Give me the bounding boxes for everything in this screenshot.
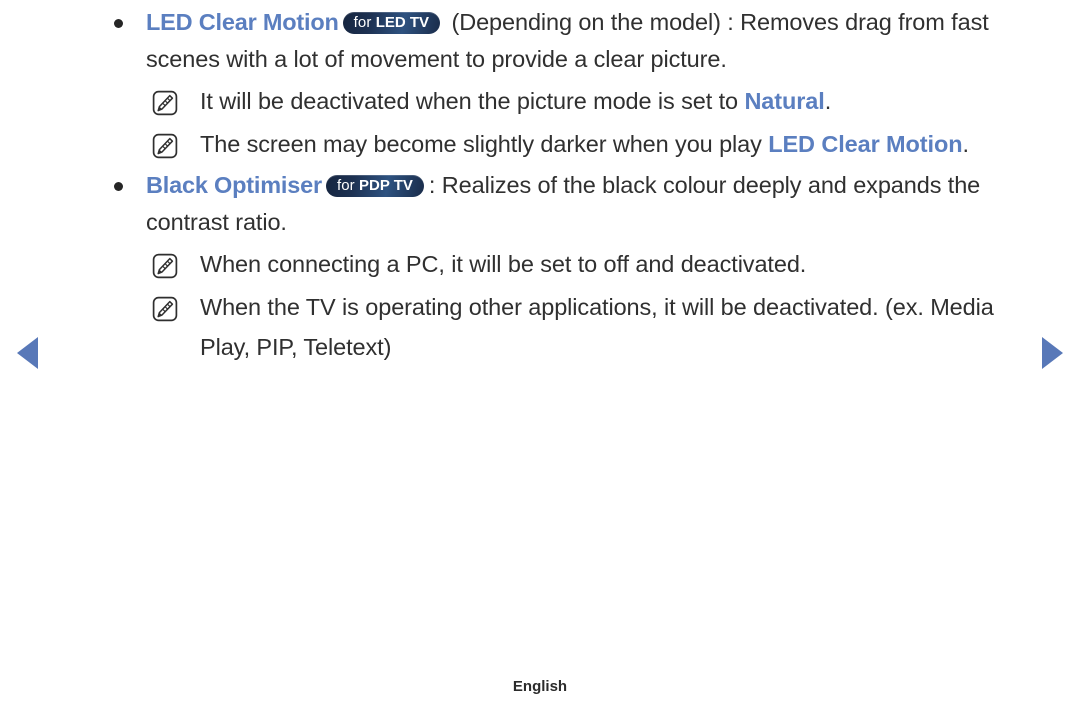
note-text: It will be deactivated when the picture … <box>200 81 1034 121</box>
note-item: It will be deactivated when the picture … <box>104 81 1034 121</box>
bullet-dot-icon <box>114 182 123 191</box>
bullet-item-black-optimiser: Black Optimiser for PDP TV: Realizes of t… <box>104 167 1034 241</box>
bullet-dot-icon <box>114 19 123 28</box>
footer-language-label: English <box>512 678 568 695</box>
content-body: LED Clear Motion for LED TV (Depending on… <box>104 4 1034 370</box>
bullet-text: Black Optimiser for PDP TV: Realizes of t… <box>146 167 1034 241</box>
badge-for-pdp-tv: for PDP TV <box>325 175 424 197</box>
note-item: When connecting a PC, it will be set to … <box>104 244 1034 284</box>
feature-term: Black Optimiser <box>146 172 322 198</box>
note-text-after: . <box>824 88 832 114</box>
note-text: When the TV is operating other applicati… <box>200 287 1034 367</box>
badge-prefix: for <box>353 14 376 31</box>
note-text-before: It will be deactivated when the picture … <box>200 88 745 114</box>
badge-prefix: for <box>336 177 360 194</box>
note-text-before: When the TV is operating other applicati… <box>200 294 994 360</box>
note-pencil-icon <box>152 90 178 116</box>
note-text: The screen may become slightly darker wh… <box>200 124 1034 164</box>
triangle-left-icon[interactable] <box>17 337 38 369</box>
note-text: When connecting a PC, it will be set to … <box>200 244 1034 284</box>
note-text-after: . <box>962 131 969 157</box>
badge-label: PDP TV <box>359 177 413 194</box>
badge-for-led-tv: for LED TV <box>342 12 441 34</box>
note-pencil-icon <box>152 296 178 322</box>
note-highlight: Natural <box>744 88 825 114</box>
note-item: The screen may become slightly darker wh… <box>104 124 1034 164</box>
bullet-item-led-clear-motion: LED Clear Motion for LED TV (Depending on… <box>104 4 1034 78</box>
badge-label: LED TV <box>375 14 430 31</box>
note-pencil-icon <box>152 253 178 279</box>
note-item: When the TV is operating other applicati… <box>104 287 1034 367</box>
note-text-before: When connecting a PC, it will be set to … <box>200 251 807 277</box>
note-highlight: LED Clear Motion <box>768 131 963 157</box>
manual-page: LED Clear Motion for LED TV (Depending on… <box>0 0 1080 705</box>
bullet-text: LED Clear Motion for LED TV (Depending on… <box>146 4 1034 78</box>
feature-term: LED Clear Motion <box>146 9 339 35</box>
note-text-before: The screen may become slightly darker wh… <box>200 131 769 157</box>
note-pencil-icon <box>152 133 178 159</box>
triangle-right-icon[interactable] <box>1042 337 1063 369</box>
